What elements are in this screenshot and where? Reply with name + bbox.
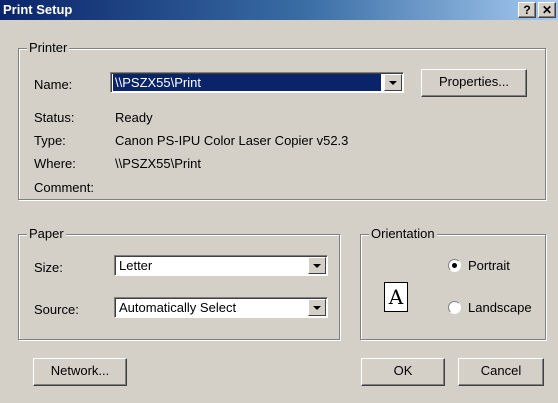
printer-name-select[interactable]: \\PSZX55\Print — [110, 72, 404, 93]
network-button[interactable]: Network... — [33, 358, 127, 386]
paper-size-value: Letter — [119, 258, 153, 273]
where-value: \\PSZX55\Print — [115, 156, 201, 171]
name-label: Name: — [34, 77, 73, 92]
page-portrait-icon: A — [384, 282, 408, 312]
cancel-button[interactable]: Cancel — [458, 358, 544, 386]
paper-source-value: Automatically Select — [119, 300, 237, 315]
ok-button[interactable]: OK — [361, 358, 445, 386]
chevron-down-icon[interactable] — [384, 74, 402, 91]
portrait-label[interactable]: Portrait — [468, 258, 510, 273]
paper-group: Paper — [18, 226, 340, 340]
source-label: Source: — [34, 302, 79, 317]
help-icon[interactable]: ? — [518, 2, 536, 18]
chevron-down-icon[interactable] — [308, 299, 326, 316]
landscape-radio[interactable] — [448, 301, 461, 314]
status-label: Status: — [34, 110, 75, 125]
landscape-label[interactable]: Landscape — [468, 300, 532, 315]
portrait-radio[interactable] — [448, 259, 461, 272]
printer-group-label: Printer — [27, 40, 70, 55]
window-title: Print Setup — [3, 2, 73, 17]
paper-size-select[interactable]: Letter — [114, 255, 328, 276]
paper-source-select[interactable]: Automatically Select — [114, 297, 328, 318]
where-label: Where: — [34, 156, 76, 171]
paper-group-label: Paper — [27, 226, 66, 241]
printer-name-value: \\PSZX55\Print — [113, 74, 381, 91]
comment-label: Comment: — [34, 180, 94, 195]
title-bar[interactable]: Print Setup ? ✕ — [0, 0, 558, 20]
orientation-group-label: Orientation — [369, 226, 437, 241]
chevron-down-icon[interactable] — [308, 257, 326, 274]
properties-button[interactable]: Properties... — [421, 69, 527, 97]
type-label: Type: — [34, 133, 66, 148]
status-value: Ready — [115, 110, 153, 125]
close-icon[interactable]: ✕ — [538, 2, 556, 18]
type-value: Canon PS-IPU Color Laser Copier v52.3 — [115, 133, 349, 148]
size-label: Size: — [34, 260, 63, 275]
